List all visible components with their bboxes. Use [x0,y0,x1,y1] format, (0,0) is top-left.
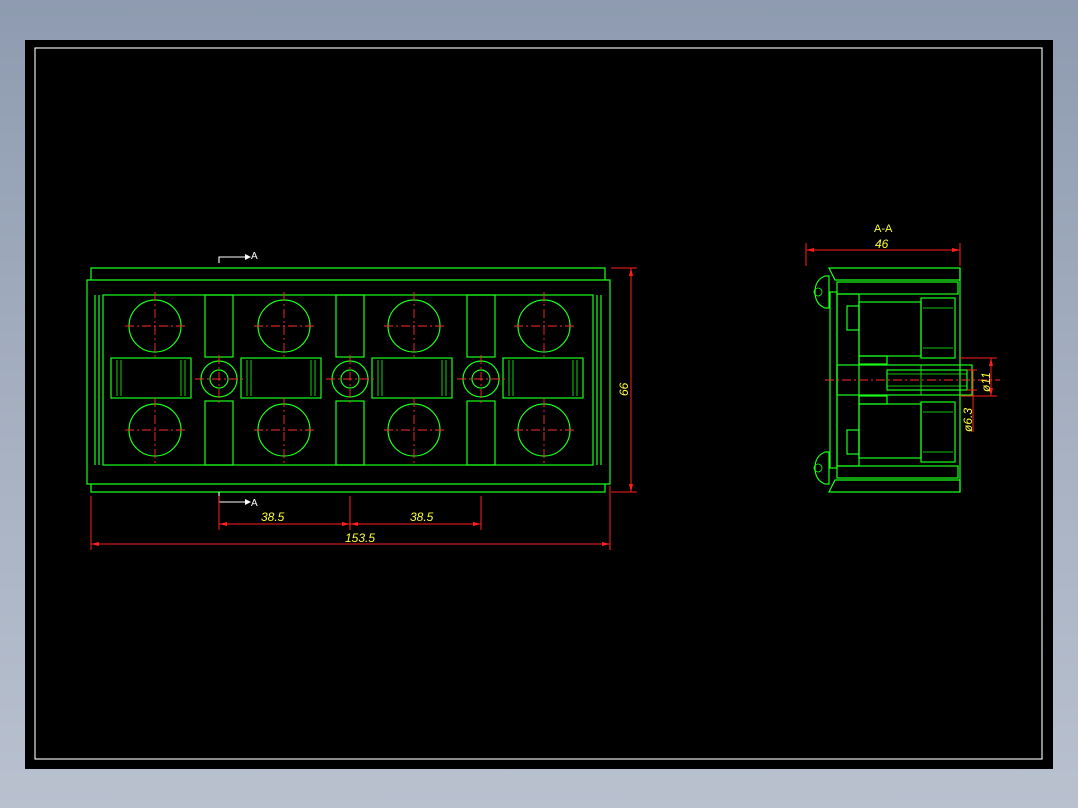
dim-diameter-6-3: ø6.3 [961,408,975,432]
front-view: A A 38.5 38.5 153.5 66 [86,251,637,550]
centerlines [125,292,574,464]
section-view: A-A 46 ø11 ø6.3 [805,223,1000,493]
dim-pitch-1: 38.5 [261,510,285,524]
dim-section-width: 46 [875,237,889,251]
svg-text:A: A [251,251,258,262]
dim-overall-length: 153.5 [345,531,375,545]
section-marker-bottom: A [218,492,258,509]
svg-text:A: A [251,498,258,509]
dim-diameter-11: ø11 [979,372,993,392]
dim-overall-height: 66 [617,382,631,396]
dim-pitch-2: 38.5 [410,510,434,524]
cad-viewport[interactable]: A A 38.5 38.5 153.5 66 A-A 46 ø11 ø6.3 [25,40,1053,769]
section-marker-top: A [218,251,258,263]
cad-drawing: A A 38.5 38.5 153.5 66 A-A 46 ø11 ø6.3 [34,47,1043,760]
section-label: A-A [874,223,893,235]
